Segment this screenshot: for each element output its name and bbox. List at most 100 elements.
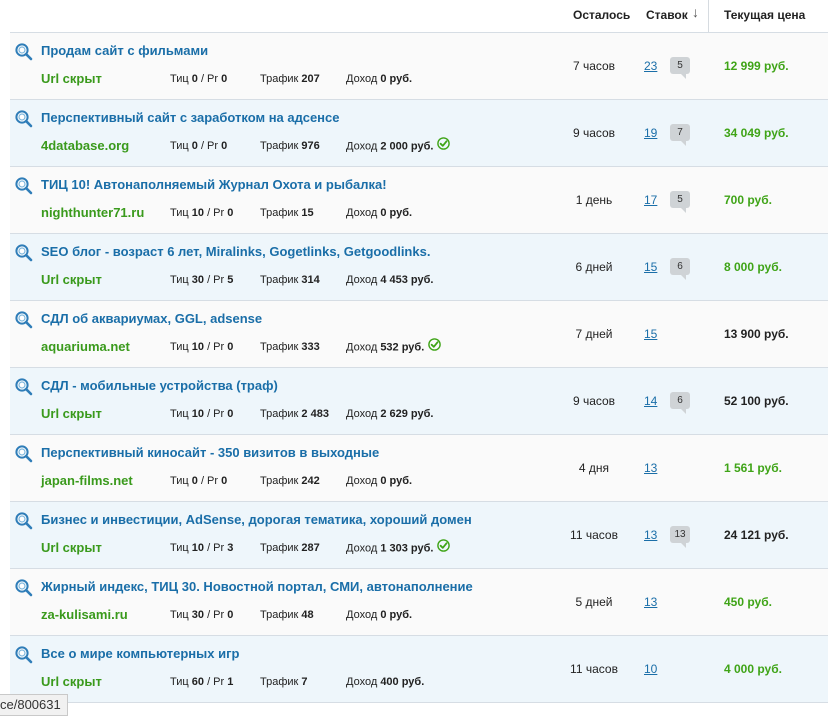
income-value: 400 xyxy=(380,676,399,688)
lot-domain[interactable]: aquariuma.net xyxy=(41,339,130,354)
comments-count-badge[interactable]: 6 xyxy=(670,258,690,280)
income-value: 532 xyxy=(380,341,399,354)
income-currency: руб. xyxy=(410,140,434,153)
income-currency: руб. xyxy=(401,341,425,354)
header-bids[interactable]: Ставок xyxy=(646,8,688,22)
lot-bids-link[interactable]: 17 xyxy=(644,193,657,207)
lot-bids-link[interactable]: 14 xyxy=(644,394,657,408)
lot-domain[interactable]: nighthunter71.ru xyxy=(41,205,144,220)
lot-domain[interactable]: Url скрыт xyxy=(41,540,102,555)
pr-value: 5 xyxy=(227,274,234,286)
comments-count-badge[interactable]: 7 xyxy=(670,124,690,146)
magnifier-icon[interactable] xyxy=(14,511,34,531)
lot-tic-pr: Тиц 30 / Pr 5 xyxy=(170,274,233,286)
magnifier-icon[interactable] xyxy=(14,42,34,62)
lot-title[interactable]: SEO блог - возраст 6 лет, Miralinks, Gog… xyxy=(41,244,430,259)
lot-domain[interactable]: Url скрыт xyxy=(41,71,102,86)
sort-arrow-down-icon[interactable]: ↓ xyxy=(692,4,699,20)
magnifier-icon[interactable] xyxy=(14,243,34,263)
lot-income: Доход 2 000 руб. xyxy=(346,137,451,153)
income-currency: руб. xyxy=(401,676,425,688)
lot-price: 34 049 руб. xyxy=(724,126,789,140)
verified-check-icon xyxy=(437,137,451,153)
lot-bids-link[interactable]: 19 xyxy=(644,126,657,140)
lot-title[interactable]: ТИЦ 10! Автонаполняемый Журнал Охота и р… xyxy=(41,177,387,192)
lot-bids-link[interactable]: 13 xyxy=(644,461,657,475)
lot-title[interactable]: Продам сайт с фильмами xyxy=(41,43,208,58)
lot-traffic: Трафик 242 xyxy=(260,475,320,487)
header-price[interactable]: Текущая цена xyxy=(724,8,805,22)
lot-title[interactable]: Бизнес и инвестиции, AdSense, дорогая те… xyxy=(41,512,472,527)
lot-price: 1 561 руб. xyxy=(724,461,782,475)
magnifier-icon[interactable] xyxy=(14,444,34,464)
tic-label: Тиц xyxy=(170,609,189,621)
lot-time-left: 6 дней xyxy=(575,260,613,274)
magnifier-icon[interactable] xyxy=(14,310,34,330)
lot-row: Перспективный киносайт - 350 визитов в в… xyxy=(10,434,828,501)
lot-domain[interactable]: 4database.org xyxy=(41,138,129,153)
lot-price: 8 000 руб. xyxy=(724,260,782,274)
lot-bids-link[interactable]: 23 xyxy=(644,59,657,73)
income-value: 1 303 xyxy=(380,542,408,555)
tic-value: 10 xyxy=(191,542,204,554)
lot-tic-pr: Тиц 0 / Pr 0 xyxy=(170,140,227,152)
lot-domain[interactable]: Url скрыт xyxy=(41,674,102,689)
comments-count-badge[interactable]: 5 xyxy=(670,191,690,213)
lot-domain[interactable]: japan-films.net xyxy=(41,473,133,488)
lot-row: СДЛ - мобильные устройства (траф) Url скр… xyxy=(10,367,828,434)
comments-count-badge[interactable]: 13 xyxy=(670,526,690,548)
comments-count-badge[interactable]: 5 xyxy=(670,57,690,79)
lot-price: 13 900 руб. xyxy=(724,327,789,341)
magnifier-icon[interactable] xyxy=(14,645,34,665)
tic-label: Тиц xyxy=(170,73,189,85)
lot-title[interactable]: Перспективный сайт с заработком на адсен… xyxy=(41,110,340,125)
lot-row: Продам сайт с фильмами Url скрыт Тиц 0 / P… xyxy=(10,32,828,99)
browser-status-url: ce/800631 xyxy=(0,694,68,716)
pr-label: / Pr xyxy=(207,207,225,219)
lot-title[interactable]: Жирный индекс, ТИЦ 30. Новостной портал,… xyxy=(41,579,473,594)
lot-bids-link[interactable]: 13 xyxy=(644,528,657,542)
lot-domain[interactable]: za-kulisami.ru xyxy=(41,607,128,622)
pr-value: 0 xyxy=(227,207,234,219)
traffic-label: Трафик xyxy=(260,274,299,286)
tic-value: 0 xyxy=(191,73,198,85)
lot-title[interactable]: СДЛ - мобильные устройства (траф) xyxy=(41,378,278,393)
lot-title[interactable]: Все о мире компьютерных игр xyxy=(41,646,239,661)
pr-label: / Pr xyxy=(200,73,219,85)
lot-traffic: Трафик 207 xyxy=(260,73,320,85)
magnifier-icon[interactable] xyxy=(14,109,34,129)
header-remaining[interactable]: Осталось xyxy=(573,8,630,22)
lot-row: ТИЦ 10! Автонаполняемый Журнал Охота и р… xyxy=(10,166,828,233)
lot-price: 450 руб. xyxy=(724,595,772,609)
magnifier-icon[interactable] xyxy=(14,377,34,397)
income-label: Доход xyxy=(346,73,378,85)
lot-row: Бизнес и инвестиции, AdSense, дорогая те… xyxy=(10,501,828,568)
lot-traffic: Трафик 48 xyxy=(260,609,314,621)
pr-label: / Pr xyxy=(207,408,225,420)
lot-domain[interactable]: Url скрыт xyxy=(41,272,102,287)
lot-row: СДЛ об аквариумах, GGL, adsense aquariuma… xyxy=(10,300,828,367)
lot-traffic: Трафик 2 483 xyxy=(260,408,329,420)
lot-bids-link[interactable]: 13 xyxy=(644,595,657,609)
lot-title[interactable]: Перспективный киносайт - 350 визитов в в… xyxy=(41,445,379,460)
income-currency: руб. xyxy=(389,207,413,219)
comments-count-badge[interactable]: 6 xyxy=(670,392,690,414)
tic-value: 10 xyxy=(191,408,204,420)
magnifier-icon[interactable] xyxy=(14,578,34,598)
income-label: Доход xyxy=(346,676,378,688)
income-value: 2 000 xyxy=(380,140,408,153)
lot-tic-pr: Тиц 30 / Pr 0 xyxy=(170,609,233,621)
tic-value: 0 xyxy=(191,475,198,487)
magnifier-icon[interactable] xyxy=(14,176,34,196)
lot-bids-link[interactable]: 15 xyxy=(644,327,657,341)
income-label: Доход xyxy=(346,609,378,621)
lot-price: 24 121 руб. xyxy=(724,528,789,542)
lot-domain[interactable]: Url скрыт xyxy=(41,406,102,421)
auction-page: Осталось Ставок ↓ Текущая цена Продам са… xyxy=(0,0,836,716)
lot-bids-link[interactable]: 10 xyxy=(644,662,657,676)
tic-value: 30 xyxy=(191,274,204,286)
tic-label: Тиц xyxy=(170,475,189,487)
lot-bids-link[interactable]: 15 xyxy=(644,260,657,274)
lot-title[interactable]: СДЛ об аквариумах, GGL, adsense xyxy=(41,311,262,326)
lot-income: Доход 0 руб. xyxy=(346,475,412,487)
